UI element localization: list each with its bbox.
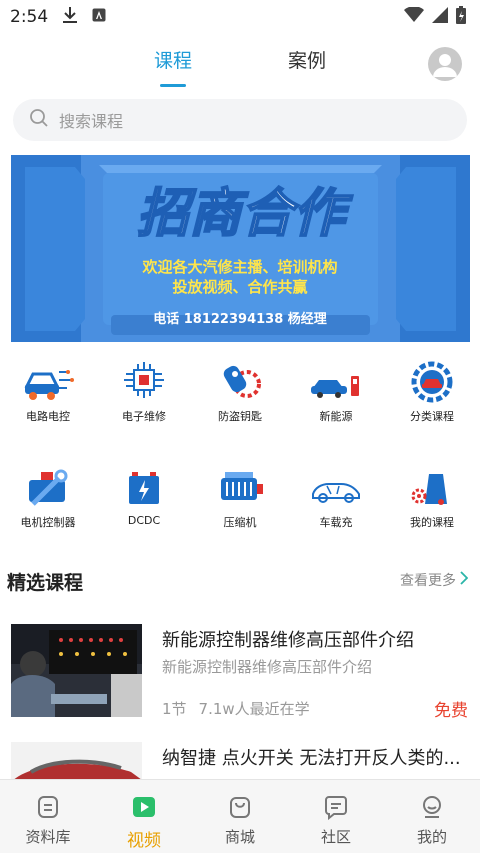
signal-icon bbox=[432, 6, 448, 28]
course-item[interactable]: 纳智捷 点火开关 无法打开反人类的... bbox=[0, 738, 480, 780]
category-label: DCDC bbox=[127, 514, 161, 527]
nav-label: 视频 bbox=[127, 831, 161, 851]
nav-library[interactable]: 资料库 bbox=[0, 780, 96, 853]
lesson-count: 1节 bbox=[162, 700, 187, 718]
ev-car-icon bbox=[308, 358, 364, 406]
category-anti-theft-key[interactable]: 防盗钥匙 bbox=[192, 358, 288, 424]
category-row: 电路电控 电子维修 防盗钥匙 新能源 分类课程 bbox=[0, 358, 480, 448]
tab-cases[interactable]: 案例 bbox=[288, 46, 326, 73]
download-icon bbox=[62, 6, 78, 29]
app-notification-icon bbox=[92, 7, 106, 27]
category-label: 电子维修 bbox=[122, 410, 166, 423]
banner-contact: 电话 18122394138 杨经理 bbox=[153, 311, 327, 327]
active-tab-indicator bbox=[160, 84, 186, 87]
category-onboard-charger[interactable]: 车载充 bbox=[288, 464, 384, 530]
car-gear-icon bbox=[404, 358, 460, 406]
document-icon bbox=[35, 794, 61, 824]
category-classified-courses[interactable]: 分类课程 bbox=[384, 358, 480, 424]
motor-wrench-icon bbox=[20, 464, 76, 512]
search-placeholder: 搜索课程 bbox=[59, 112, 124, 131]
chevron-right-icon bbox=[460, 571, 469, 589]
course-price: 免费 bbox=[434, 701, 468, 721]
search-bar[interactable]: 搜索课程 bbox=[13, 99, 467, 141]
car-circuit-icon bbox=[20, 358, 76, 406]
nav-label: 资料库 bbox=[25, 828, 71, 846]
category-label: 电机控制器 bbox=[20, 516, 76, 529]
nav-mall[interactable]: 商城 bbox=[192, 780, 288, 853]
course-meta: 1节 7.1w人最近在学 bbox=[162, 698, 310, 719]
nav-community[interactable]: 社区 bbox=[288, 780, 384, 853]
top-tabs: 课程 案例 bbox=[0, 40, 480, 92]
category-new-energy[interactable]: 新能源 bbox=[288, 358, 384, 424]
category-my-courses[interactable]: 我的课程 bbox=[384, 464, 480, 530]
category-row: 电机控制器 DCDC 压缩机 车载充 我的课程 bbox=[0, 464, 480, 554]
course-thumbnail bbox=[11, 742, 142, 780]
status-time: 2:54 bbox=[10, 7, 49, 27]
banner-title: 招商合作 bbox=[137, 184, 353, 244]
course-title: 新能源控制器维修高压部件介绍 bbox=[162, 630, 414, 651]
banner-line1: 欢迎各大汽修主播、培训机构 bbox=[141, 258, 337, 276]
profile-icon bbox=[419, 794, 445, 824]
nav-profile[interactable]: 我的 bbox=[384, 780, 480, 853]
video-icon bbox=[131, 794, 157, 824]
promo-banner[interactable]: 招商合作 欢迎各大汽修主播、培训机构 投放视频、合作共赢 电话 18122394… bbox=[11, 155, 470, 342]
key-gear-icon bbox=[212, 358, 268, 406]
course-thumbnail bbox=[11, 624, 142, 717]
tab-courses[interactable]: 课程 bbox=[154, 46, 192, 73]
course-item[interactable]: 新能源控制器维修高压部件介绍 新能源控制器维修高压部件介绍 1节 7.1w人最近在… bbox=[0, 620, 480, 730]
course-subtitle: 新能源控制器维修高压部件介绍 bbox=[162, 658, 373, 676]
banner-line2: 投放视频、合作共赢 bbox=[172, 278, 307, 296]
view-more-link[interactable]: 查看更多 bbox=[400, 570, 469, 590]
category-dcdc[interactable]: DCDC bbox=[96, 464, 192, 527]
search-icon bbox=[29, 108, 49, 132]
engine-icon bbox=[212, 464, 268, 512]
category-label: 分类课程 bbox=[410, 410, 454, 423]
bag-icon bbox=[227, 794, 253, 824]
category-label: 防盗钥匙 bbox=[218, 410, 262, 423]
bottom-nav: 资料库 视频 商城 社区 我的 bbox=[0, 779, 480, 853]
category-label: 电路电控 bbox=[26, 410, 70, 423]
nav-label: 我的 bbox=[416, 828, 447, 846]
battery-icon bbox=[116, 464, 172, 512]
category-motor-controller[interactable]: 电机控制器 bbox=[0, 464, 96, 530]
section-title: 精选课程 bbox=[7, 572, 84, 594]
car-outline-icon bbox=[308, 464, 364, 512]
category-compressor[interactable]: 压缩机 bbox=[192, 464, 288, 530]
course-title: 纳智捷 点火开关 无法打开反人类的... bbox=[162, 748, 461, 769]
wifi-icon bbox=[404, 5, 424, 28]
category-label: 车载充 bbox=[319, 516, 353, 529]
category-label: 我的课程 bbox=[410, 516, 454, 529]
nav-label: 社区 bbox=[320, 828, 351, 846]
chat-icon bbox=[323, 794, 349, 824]
battery-status-icon bbox=[456, 5, 466, 29]
my-course-icon bbox=[404, 464, 460, 512]
category-electrical[interactable]: 电路电控 bbox=[0, 358, 96, 424]
nav-video[interactable]: 视频 bbox=[96, 780, 192, 853]
status-bar: 2:54 bbox=[0, 0, 480, 34]
nav-label: 商城 bbox=[224, 828, 255, 846]
category-label: 新能源 bbox=[319, 410, 353, 423]
category-electronics-repair[interactable]: 电子维修 bbox=[96, 358, 192, 424]
view-more-label: 查看更多 bbox=[400, 573, 456, 589]
category-label: 压缩机 bbox=[223, 516, 257, 529]
chip-icon bbox=[116, 358, 172, 406]
learner-count: 7.1w人最近在学 bbox=[198, 700, 310, 718]
avatar[interactable] bbox=[428, 47, 462, 81]
user-icon bbox=[433, 54, 457, 77]
